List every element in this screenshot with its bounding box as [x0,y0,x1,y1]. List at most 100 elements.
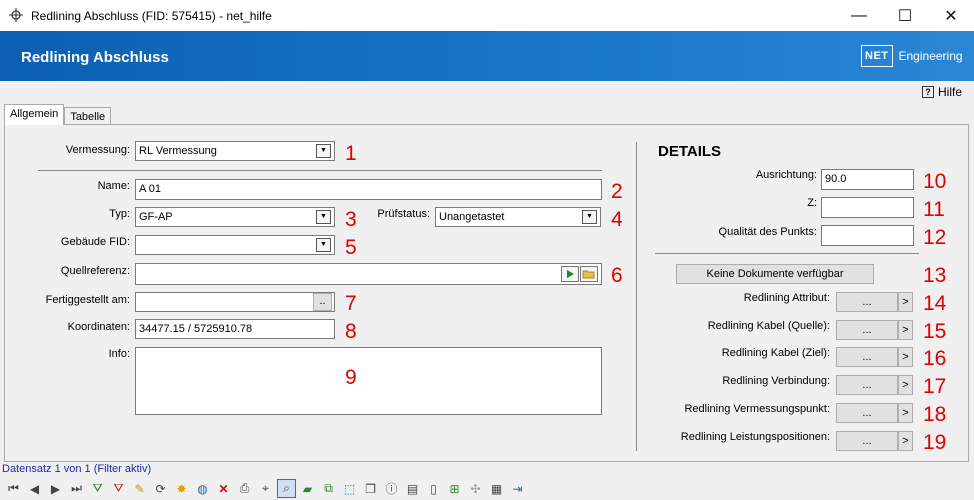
link-browse-vermessungspunkt[interactable]: ... [836,403,898,423]
filter-remove-icon[interactable]: ⛛ [109,479,128,498]
fertiggestellt-input[interactable] [135,292,335,312]
delete-icon[interactable]: ✕ [214,479,233,498]
help-icon: ? [921,86,934,98]
link-open-verbindung[interactable]: > [898,375,913,395]
marker-9: 9 [345,366,357,389]
dropdown-arrow-icon: ▼ [316,144,331,158]
zoom-icon[interactable]: ⌕ [277,479,296,498]
info-label: Info: [108,348,130,360]
status-bar: Datensatz 1 von 1 (Filter aktiv) [0,463,974,476]
ausrichtung-input[interactable]: 90.0 [821,169,914,190]
move-icon[interactable]: ✣ [466,479,485,498]
info-icon[interactable]: ⓘ [382,479,401,498]
marker-8: 8 [345,320,357,343]
report-icon[interactable]: ▤ [403,479,422,498]
fertiggestellt-label: Fertiggestellt am: [45,294,130,306]
link-open-kabel-quelle[interactable]: > [898,320,913,340]
copy-shapes-icon[interactable]: ⧉ [319,479,338,498]
duplicate-icon[interactable]: ❐ [361,479,380,498]
vermessung-label: Vermessung: [65,144,130,156]
link-open-attribut[interactable]: > [898,292,913,312]
koordinaten-value: 34477.15 / 5725910.78 [139,323,253,335]
minimize-icon: — [851,6,867,24]
open-folder-button[interactable] [580,266,598,282]
print-icon[interactable]: ⎙ [235,479,254,498]
link-browse-attribut[interactable]: ... [836,292,898,312]
link-browse-kabel-quelle[interactable]: ... [836,320,898,340]
header-title: Redlining Abschluss [21,49,169,66]
marker-4: 4 [611,208,623,231]
quellreferenz-input[interactable] [135,263,602,285]
vermessung-select[interactable]: RL Vermessung ▼ [135,141,335,161]
marker-10: 10 [923,170,947,193]
marker-12: 12 [923,226,947,249]
last-record-icon[interactable]: ⏭ [67,479,86,498]
qualitaet-input[interactable] [821,225,914,246]
name-label: Name: [97,180,130,192]
marker-14: 14 [923,292,947,315]
quellreferenz-label: Quellreferenz: [60,265,130,277]
app-crosshair-icon [9,8,23,22]
details-heading: DETAILS [658,143,722,160]
tab-tabelle[interactable]: Tabelle [64,107,112,125]
highlight-icon[interactable]: ✸ [172,479,191,498]
typ-select[interactable]: GF-AP ▼ [135,207,335,227]
folder-icon [582,270,595,279]
pruefstatus-select[interactable]: Unangetastet ▼ [435,207,601,227]
link-open-kabel-ziel[interactable]: > [898,347,913,367]
minimize-button[interactable]: — [836,0,882,31]
select-area-icon[interactable]: ⬚ [340,479,359,498]
globe-icon[interactable]: ◍ [193,479,212,498]
link-browse-kabel-ziel[interactable]: ... [836,347,898,367]
first-record-icon[interactable]: ⏮ [4,479,23,498]
close-button[interactable]: ✕ [928,0,974,31]
select-cursor-icon[interactable]: ⌖ [256,479,275,498]
filter-add-icon[interactable]: ⛛ [88,479,107,498]
marker-17: 17 [923,375,947,398]
marker-1: 1 [345,142,357,165]
map-add-icon[interactable]: ⊞ [445,479,464,498]
play-button[interactable] [561,266,579,282]
document-icon[interactable]: ▯ [424,479,443,498]
marker-3: 3 [345,208,357,231]
tab-allgemein[interactable]: Allgemein [4,104,65,125]
documents-button[interactable]: Keine Dokumente verfügbar [676,264,874,284]
help-bar: ? Hilfe [0,81,974,103]
next-record-icon[interactable]: ▶ [46,479,65,498]
info-textarea[interactable] [135,347,602,415]
exit-icon[interactable]: ⇥ [508,479,527,498]
column-divider [636,142,637,451]
gebaeude-label: Gebäude FID: [60,236,130,248]
link-label-kabel-ziel: Redlining Kabel (Ziel): [721,347,830,359]
link-browse-leistungspositionen[interactable]: ... [836,431,898,451]
marker-2: 2 [611,180,623,203]
qualitaet-label: Qualität des Punkts: [718,226,817,238]
prev-record-icon[interactable]: ◀ [25,479,44,498]
refresh-icon[interactable]: ⟳ [151,479,170,498]
link-open-vermessungspunkt[interactable]: > [898,403,913,423]
table-icon[interactable]: ▦ [487,479,506,498]
net-engineering-logo: NET Engineering [861,43,963,69]
link-browse-verbindung[interactable]: ... [836,375,898,395]
maximize-button[interactable]: ☐ [882,0,928,31]
name-input[interactable]: A 01 [135,179,602,200]
pruefstatus-value: Unangetastet [439,211,505,223]
link-label-leistungspositionen: Redlining Leistungspositionen: [680,431,830,443]
help-button[interactable]: ? Hilfe [921,85,962,99]
date-picker-button[interactable]: .. [313,293,332,311]
koordinaten-input[interactable]: 34477.15 / 5725910.78 [135,319,335,339]
link-open-leistungspositionen[interactable]: > [898,431,913,451]
edit-icon[interactable]: ✎ [130,479,149,498]
maximize-icon: ☐ [897,7,913,25]
link-label-attribut: Redlining Attribut: [743,292,830,304]
window-titlebar: Redlining Abschluss (FID: 575415) - net_… [0,0,974,31]
typ-label: Typ: [109,208,130,220]
dropdown-arrow-icon: ▼ [316,210,331,224]
help-label: Hilfe [937,85,962,99]
marker-13: 13 [923,264,947,287]
gebaeude-select[interactable]: ▼ [135,235,335,255]
vermessung-value: RL Vermessung [139,145,217,157]
z-input[interactable] [821,197,914,218]
polygon-icon[interactable]: ▰ [298,479,317,498]
form-header: Redlining Abschluss NET Engineering [0,31,974,81]
